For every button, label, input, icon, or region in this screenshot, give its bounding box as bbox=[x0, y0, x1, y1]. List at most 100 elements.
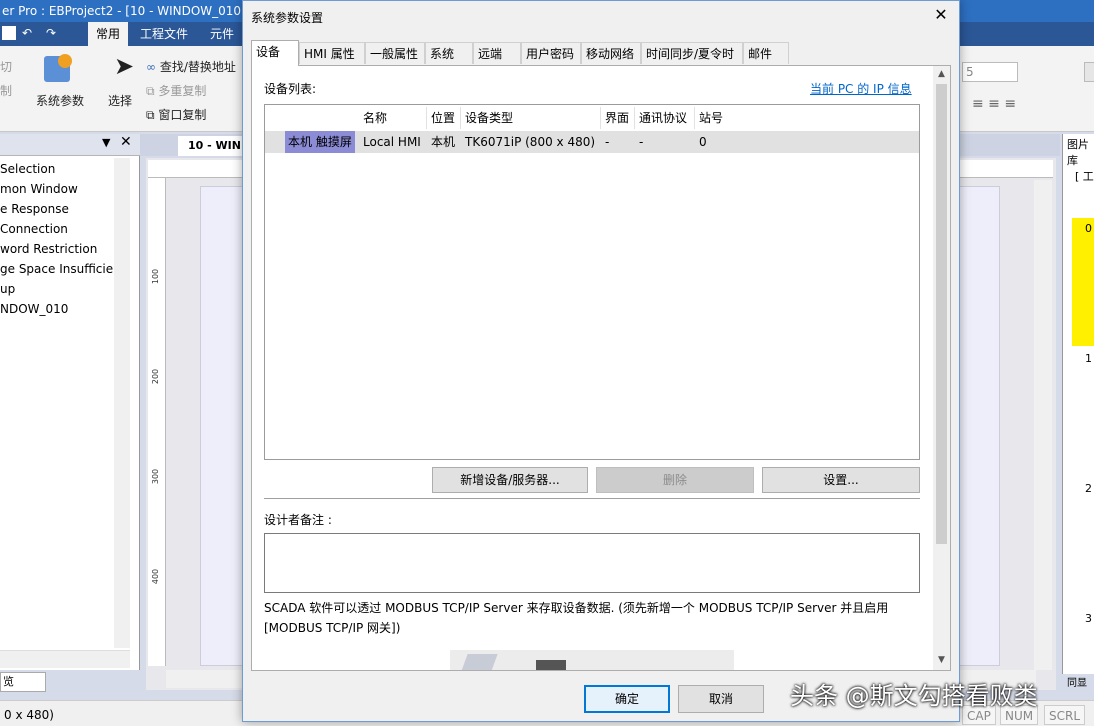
link-icon: ∞ bbox=[146, 60, 156, 74]
cancel-button[interactable]: 取消 bbox=[678, 685, 764, 713]
find-replace-button[interactable]: ∞ 查找/替换地址 bbox=[146, 58, 236, 75]
row-prefix-label: 本机 触摸屏 bbox=[285, 131, 355, 153]
column-header-station[interactable]: 站号 bbox=[695, 107, 755, 129]
select-button[interactable]: 选择 bbox=[108, 92, 132, 109]
pc-ip-info-link[interactable]: 当前 PC 的 IP 信息 bbox=[810, 80, 912, 97]
table-row[interactable]: 本机 触摸屏 Local HMI 本机 TK6071iP (800 x 480)… bbox=[265, 131, 919, 153]
panel-menu-icon[interactable]: ▼ bbox=[102, 136, 110, 149]
designer-notes-label: 设计者备注 : bbox=[264, 513, 332, 527]
picture-item-number: 3 bbox=[1085, 612, 1092, 625]
panel-vertical-scrollbar[interactable]: ▲ ▼ bbox=[933, 66, 950, 670]
ok-button[interactable]: 确定 bbox=[584, 685, 670, 713]
server-icon bbox=[460, 654, 498, 670]
find-replace-label: 查找/替换地址 bbox=[159, 60, 236, 74]
system-params-button[interactable]: 系统参数 bbox=[36, 92, 84, 109]
vertical-ruler: 100 200 300 400 bbox=[148, 178, 166, 666]
multi-copy-icon: ⧉ bbox=[146, 84, 155, 98]
tab-system[interactable]: 系统 bbox=[425, 42, 473, 64]
tab-remote[interactable]: 远端 bbox=[473, 42, 521, 64]
tab-device[interactable]: 设备 bbox=[251, 40, 299, 66]
ribbon-tab-objects[interactable]: 元件 bbox=[202, 22, 242, 46]
panel-close-icon[interactable]: ✕ bbox=[120, 134, 132, 150]
tree-item[interactable]: word Restriction bbox=[0, 242, 97, 256]
cell-protocol: - bbox=[639, 135, 644, 149]
device-icon bbox=[536, 660, 566, 670]
selected-picture-item[interactable] bbox=[1072, 218, 1094, 346]
document-tab-window-010[interactable]: 10 - WIN bbox=[178, 136, 248, 156]
cell-interface: - bbox=[605, 135, 610, 149]
tree-item[interactable]: ge Space Insufficier bbox=[0, 262, 118, 276]
cell-location: 本机 bbox=[431, 135, 456, 149]
picture-item-number: 1 bbox=[1085, 352, 1092, 365]
tree-item[interactable]: Selection bbox=[0, 162, 55, 176]
redo-icon[interactable]: ↷ bbox=[46, 26, 60, 40]
cell-name: Local HMI bbox=[363, 135, 421, 149]
picture-library-panel: 图片库 [ 工 0 1 2 3 同显 bbox=[1062, 134, 1094, 689]
device-list-table[interactable]: 名称 位置 设备类型 界面 通讯协议 站号 本机 触摸屏 Local HMI 本… bbox=[264, 104, 920, 460]
picture-library-tool[interactable]: [ 工 bbox=[1075, 168, 1094, 184]
scada-info-text: SCADA 软件可以透过 MODBUS TCP/IP Server 来存取设备数… bbox=[264, 601, 889, 635]
canvas-vertical-scrollbar[interactable] bbox=[1034, 180, 1052, 670]
overview-tab[interactable]: 览 bbox=[0, 672, 46, 692]
cell-device-type: TK6071iP (800 x 480) bbox=[465, 135, 596, 149]
dialog-tab-strip: 设备 HMI 属性 一般属性 系统 远端 用户密码 移动网络 时间同步/夏令时 … bbox=[251, 40, 951, 66]
tree-item[interactable]: up bbox=[0, 282, 15, 296]
ribbon-tab-project[interactable]: 工程文件 bbox=[132, 22, 196, 46]
tree-item[interactable]: e Response bbox=[0, 202, 69, 216]
designer-notes-field[interactable] bbox=[264, 533, 920, 593]
tree-vertical-scrollbar[interactable] bbox=[114, 158, 130, 648]
picture-item-number: 0 bbox=[1085, 222, 1092, 235]
picture-library-footer: 同显 bbox=[1067, 678, 1087, 689]
window-copy-label: 窗口复制 bbox=[158, 108, 207, 122]
watermark-text: 头条 @斯文勾搭看败类 bbox=[790, 682, 1038, 710]
undo-icon[interactable]: ↶ bbox=[22, 26, 36, 40]
cell-station: 0 bbox=[699, 135, 707, 149]
divider bbox=[264, 498, 920, 499]
status-scroll: SCRL bbox=[1044, 705, 1086, 725]
column-header-interface[interactable]: 界面 bbox=[601, 107, 635, 129]
system-parameters-dialog: 系统参数设置 ✕ 设备 HMI 属性 一般属性 系统 远端 用户密码 移动网络 … bbox=[242, 0, 960, 722]
align-icons[interactable]: ≡ ≡ ≡ bbox=[972, 96, 1016, 112]
tab-general-attributes[interactable]: 一般属性 bbox=[365, 42, 425, 64]
close-icon[interactable]: ✕ bbox=[931, 5, 951, 25]
scroll-down-icon[interactable]: ▼ bbox=[933, 652, 950, 669]
column-header-device-type[interactable]: 设备类型 bbox=[461, 107, 601, 129]
ruler-label: 300 bbox=[151, 468, 161, 485]
gear-icon bbox=[58, 54, 72, 68]
ruler-label: 200 bbox=[151, 368, 161, 385]
status-resolution: 0 x 480) bbox=[0, 705, 58, 725]
tree-item[interactable]: Connection bbox=[0, 222, 68, 236]
tab-time-sync[interactable]: 时间同步/夏令时 bbox=[641, 42, 743, 64]
tab-mobile-network[interactable]: 移动网络 bbox=[581, 42, 641, 64]
ruler-label: 100 bbox=[151, 268, 161, 285]
delete-device-button[interactable]: 删除 bbox=[596, 467, 754, 493]
device-settings-button[interactable]: 设置... bbox=[762, 467, 920, 493]
window-copy-button[interactable]: ⧉ 窗口复制 bbox=[146, 106, 206, 123]
font-size-select[interactable]: 5 bbox=[962, 62, 1018, 82]
add-device-button[interactable]: 新增设备/服务器... bbox=[432, 467, 588, 493]
tab-email[interactable]: 邮件 bbox=[743, 42, 789, 64]
column-header-name[interactable]: 名称 bbox=[359, 107, 427, 129]
column-header-location[interactable]: 位置 bbox=[427, 107, 461, 129]
column-header-protocol[interactable]: 通讯协议 bbox=[635, 107, 695, 129]
picture-item-number: 2 bbox=[1085, 482, 1092, 495]
cut-button[interactable]: 切 bbox=[0, 58, 12, 75]
tab-hmi-attributes[interactable]: HMI 属性 bbox=[299, 42, 365, 64]
scroll-up-icon[interactable]: ▲ bbox=[933, 66, 950, 83]
tree-horizontal-scrollbar[interactable] bbox=[0, 650, 130, 668]
tab-user-password[interactable]: 用户密码 bbox=[521, 42, 581, 64]
dialog-title: 系统参数设置 bbox=[251, 11, 324, 25]
quick-save-icon[interactable] bbox=[2, 26, 16, 40]
multi-copy-label: 多重复制 bbox=[158, 84, 207, 98]
tree-panel-header: ▼ ✕ bbox=[0, 134, 140, 156]
scada-diagram-image bbox=[450, 650, 734, 670]
picture-library-title: 图片库 bbox=[1067, 138, 1089, 167]
device-tab-panel: 设备列表: 当前 PC 的 IP 信息 名称 位置 设备类型 界面 通讯协议 站… bbox=[251, 65, 951, 671]
multi-copy-button[interactable]: ⧉ 多重复制 bbox=[146, 82, 206, 99]
scrollbar-thumb[interactable] bbox=[936, 84, 947, 544]
tree-item[interactable]: NDOW_010 bbox=[0, 302, 68, 316]
copy-button[interactable]: 制 bbox=[0, 82, 12, 99]
ribbon-tab-home[interactable]: 常用 bbox=[88, 22, 129, 46]
tree-item[interactable]: mon Window bbox=[0, 182, 78, 196]
style-button[interactable] bbox=[1084, 62, 1094, 82]
